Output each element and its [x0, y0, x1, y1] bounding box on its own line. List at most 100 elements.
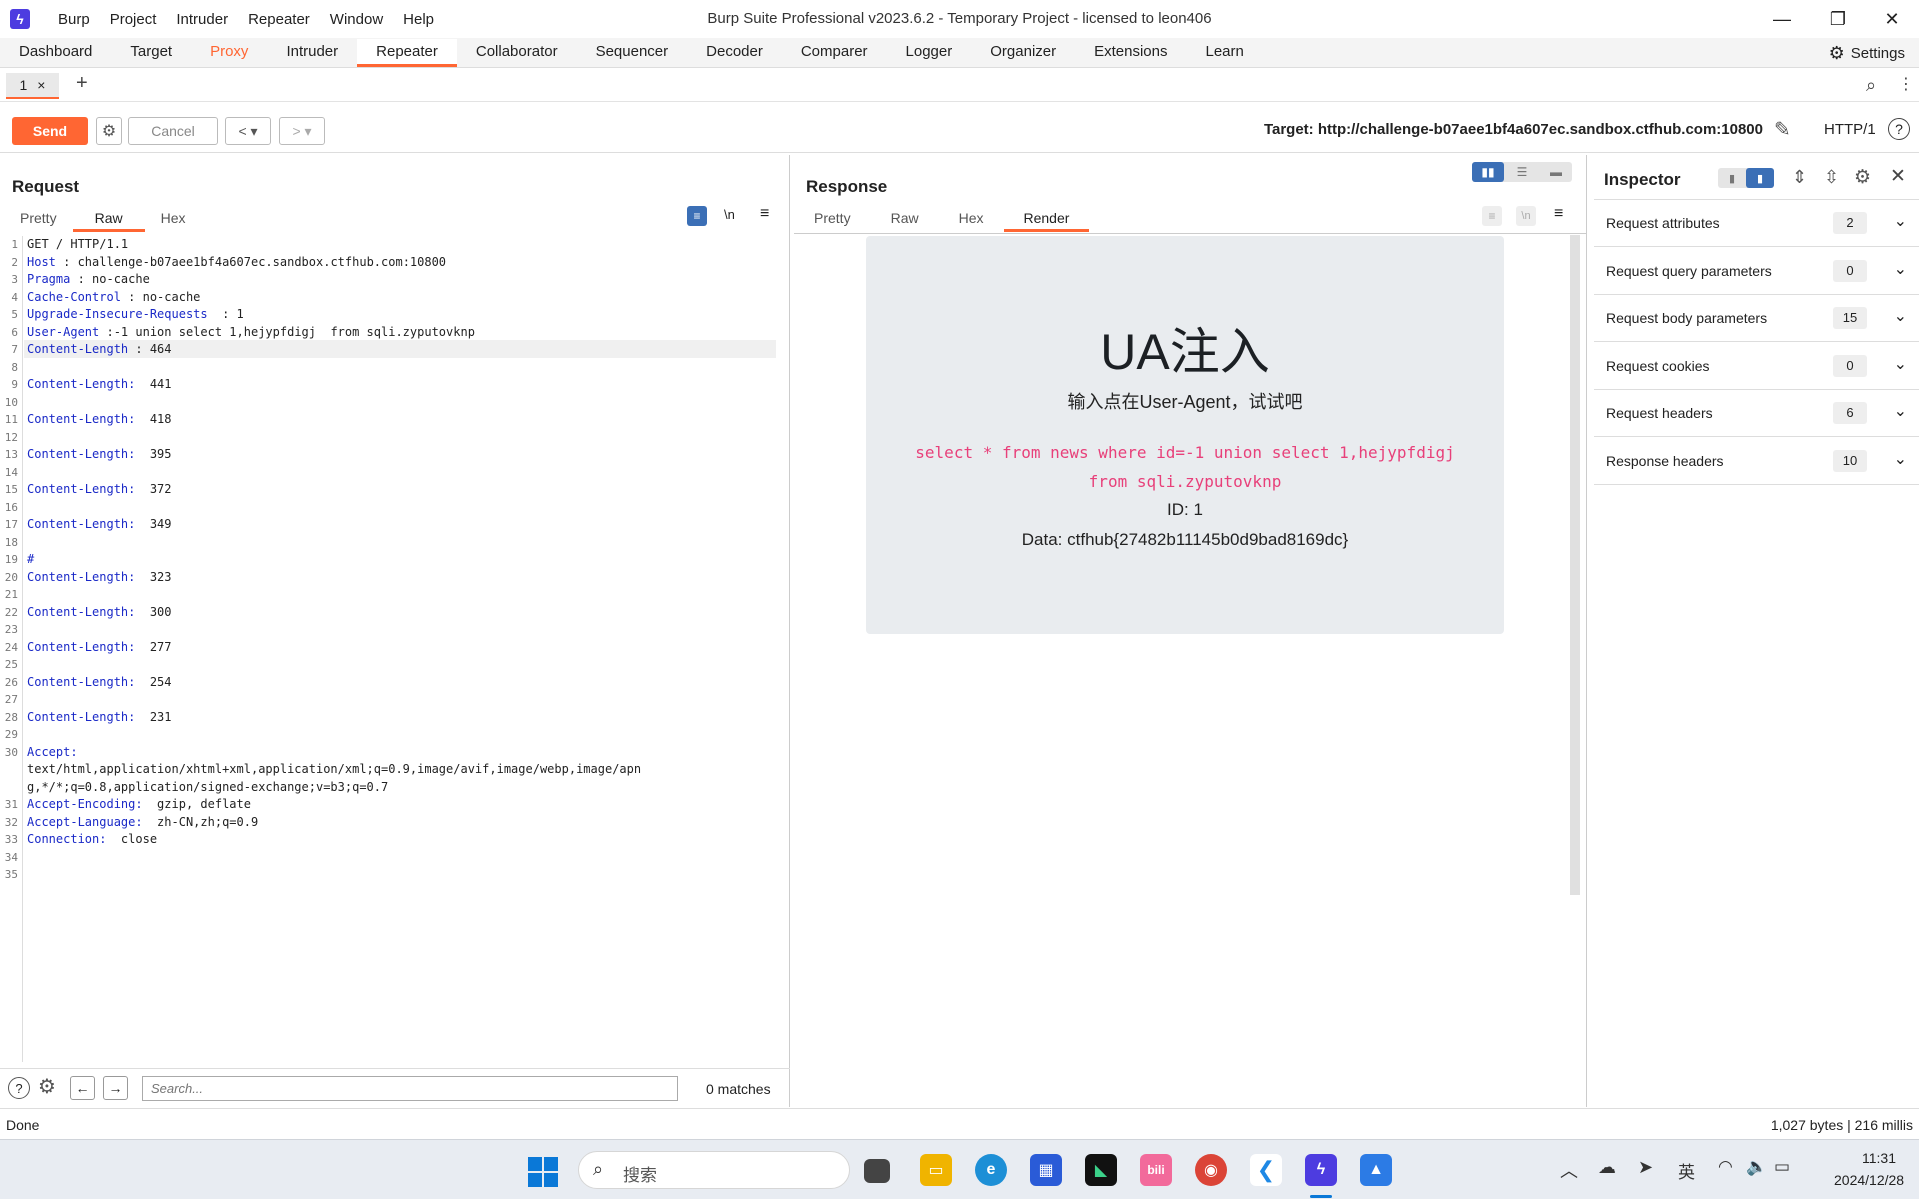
scrollbar[interactable]: [1570, 235, 1580, 895]
chevron-up-icon[interactable]: ︿: [1560, 1157, 1578, 1183]
request-line[interactable]: 12: [0, 429, 790, 447]
request-line[interactable]: 34: [0, 849, 790, 867]
help-icon[interactable]: ?: [1888, 118, 1910, 140]
more-options-icon[interactable]: ⋮: [1898, 74, 1914, 94]
tab-repeater[interactable]: Repeater: [357, 39, 457, 67]
tab-logger[interactable]: Logger: [887, 39, 972, 67]
edge-browser-icon[interactable]: e: [975, 1154, 1007, 1186]
inspector-section[interactable]: Request cookies 0 ⌄: [1594, 343, 1919, 390]
tab-dashboard[interactable]: Dashboard: [0, 39, 111, 67]
inspector-section[interactable]: Response headers 10 ⌄: [1594, 438, 1919, 485]
http-version-label[interactable]: HTTP/1: [1824, 121, 1876, 138]
request-line[interactable]: 22 Content-Length: 300: [0, 604, 790, 622]
stacked-layout-icon[interactable]: ☰: [1506, 162, 1538, 182]
request-line[interactable]: 21: [0, 586, 790, 604]
request-line[interactable]: 27: [0, 691, 790, 709]
request-line[interactable]: 1 GET / HTTP/1.1: [0, 236, 790, 254]
bilibili-icon[interactable]: bili: [1140, 1154, 1172, 1186]
request-line[interactable]: 4 Cache-Control : no-cache: [0, 289, 790, 307]
side-by-side-layout-icon[interactable]: ▮▮: [1472, 162, 1504, 182]
request-line[interactable]: 35: [0, 866, 790, 884]
request-line[interactable]: 11 Content-Length: 418: [0, 411, 790, 429]
help-icon[interactable]: ?: [8, 1077, 30, 1099]
request-line[interactable]: 3 Pragma : no-cache: [0, 271, 790, 289]
request-tab-raw[interactable]: Raw: [72, 210, 145, 232]
menu-intruder[interactable]: Intruder: [176, 11, 228, 28]
tab-decoder[interactable]: Decoder: [687, 39, 782, 67]
request-line[interactable]: 10: [0, 394, 790, 412]
inspector-section[interactable]: Request headers 6 ⌄: [1594, 390, 1919, 437]
edit-target-pencil-icon[interactable]: ✎: [1774, 117, 1791, 142]
request-line[interactable]: 17 Content-Length: 349: [0, 516, 790, 534]
chrome-icon[interactable]: ◉: [1195, 1154, 1227, 1186]
wrap-lines-icon[interactable]: ≡: [1482, 206, 1502, 226]
request-line[interactable]: 15 Content-Length: 372: [0, 481, 790, 499]
request-line[interactable]: 8: [0, 359, 790, 377]
menu-icon[interactable]: ≡: [1554, 205, 1563, 223]
response-tab-raw[interactable]: Raw: [871, 210, 939, 232]
chevron-down-icon[interactable]: ⌄: [1894, 211, 1907, 231]
request-line[interactable]: 28 Content-Length: 231: [0, 709, 790, 727]
request-line[interactable]: text/html,application/xhtml+xml,applicat…: [0, 761, 790, 779]
request-line[interactable]: 5 Upgrade-Insecure-Requests : 1: [0, 306, 790, 324]
chevron-down-icon[interactable]: ⌄: [1894, 259, 1907, 279]
wrap-lines-icon[interactable]: ≡: [687, 206, 707, 226]
request-line[interactable]: 33 Connection: close: [0, 831, 790, 849]
maximize-icon[interactable]: ❐: [1818, 6, 1858, 32]
request-line[interactable]: 6 User-Agent :-1 union select 1,hejypfdig…: [0, 324, 790, 342]
clock-date[interactable]: 2024/12/28: [1834, 1172, 1904, 1188]
forward-history-button[interactable]: > ▾: [279, 117, 325, 145]
search-input[interactable]: [142, 1076, 678, 1101]
chevron-down-icon[interactable]: ⌄: [1894, 401, 1907, 421]
back-history-button[interactable]: < ▾: [225, 117, 271, 145]
tab-proxy[interactable]: Proxy: [191, 39, 267, 67]
expanded-layout-icon[interactable]: ▮: [1746, 168, 1774, 188]
menu-repeater[interactable]: Repeater: [248, 11, 310, 28]
response-tab-hex[interactable]: Hex: [939, 210, 1004, 232]
ime-indicator[interactable]: 英: [1678, 1158, 1695, 1183]
send-button[interactable]: Send: [12, 117, 88, 145]
send-settings-gear-icon[interactable]: ⚙: [96, 117, 122, 145]
pycharm-icon[interactable]: ◣: [1085, 1154, 1117, 1186]
request-line[interactable]: 26 Content-Length: 254: [0, 674, 790, 692]
task-view-icon[interactable]: [864, 1159, 890, 1183]
menu-window[interactable]: Window: [330, 11, 383, 28]
request-line[interactable]: 25: [0, 656, 790, 674]
request-editor[interactable]: 1 GET / HTTP/1.1 2 Host : challenge-b07aee1…: [0, 236, 790, 1062]
previous-match-arrow-icon[interactable]: ←: [70, 1076, 95, 1100]
menu-burp[interactable]: Burp: [58, 11, 90, 28]
tab-intruder[interactable]: Intruder: [267, 39, 357, 67]
single-layout-icon[interactable]: ▬: [1540, 162, 1572, 182]
chevron-down-icon[interactable]: ⌄: [1894, 306, 1907, 326]
request-line[interactable]: 9 Content-Length: 441: [0, 376, 790, 394]
expand-all-icon[interactable]: ⇕: [1792, 167, 1807, 188]
tab-organizer[interactable]: Organizer: [971, 39, 1075, 67]
menu-project[interactable]: Project: [110, 11, 157, 28]
taskbar-search[interactable]: ⌕ 搜索: [578, 1151, 850, 1189]
repeater-tab-1[interactable]: 1 ×: [6, 73, 59, 99]
vscode-icon[interactable]: ❮: [1250, 1154, 1282, 1186]
file-explorer-icon[interactable]: ▭: [920, 1154, 952, 1186]
show-newlines-icon[interactable]: \n: [724, 207, 735, 222]
volume-icon[interactable]: 🔈: [1746, 1157, 1767, 1177]
onedrive-icon[interactable]: ☁: [1598, 1157, 1616, 1178]
response-tab-render[interactable]: Render: [1003, 210, 1090, 232]
chevron-down-icon[interactable]: ⌄: [1894, 354, 1907, 374]
cancel-button[interactable]: Cancel: [128, 117, 218, 145]
close-tab-icon[interactable]: ×: [37, 77, 45, 93]
search-icon[interactable]: ⌕: [1866, 75, 1876, 96]
inspector-section[interactable]: Request query parameters 0 ⌄: [1594, 248, 1919, 295]
request-line[interactable]: 19 #: [0, 551, 790, 569]
menu-help[interactable]: Help: [403, 11, 434, 28]
burp-suite-taskbar-icon[interactable]: ϟ: [1305, 1154, 1337, 1186]
request-line[interactable]: 7 Content-Length : 464: [0, 341, 790, 359]
tab-comparer[interactable]: Comparer: [782, 39, 887, 67]
chevron-down-icon[interactable]: ⌄: [1894, 449, 1907, 469]
show-newlines-icon[interactable]: \n: [1516, 206, 1536, 226]
inspector-section[interactable]: Request body parameters 15 ⌄: [1594, 295, 1919, 342]
microsoft-store-icon[interactable]: ▦: [1030, 1154, 1062, 1186]
request-line[interactable]: 18: [0, 534, 790, 552]
inspector-settings-gear-icon[interactable]: ⚙: [1854, 166, 1871, 189]
inspector-section[interactable]: Request attributes 2 ⌄: [1594, 200, 1919, 247]
clock-time[interactable]: 11:31: [1862, 1150, 1896, 1166]
